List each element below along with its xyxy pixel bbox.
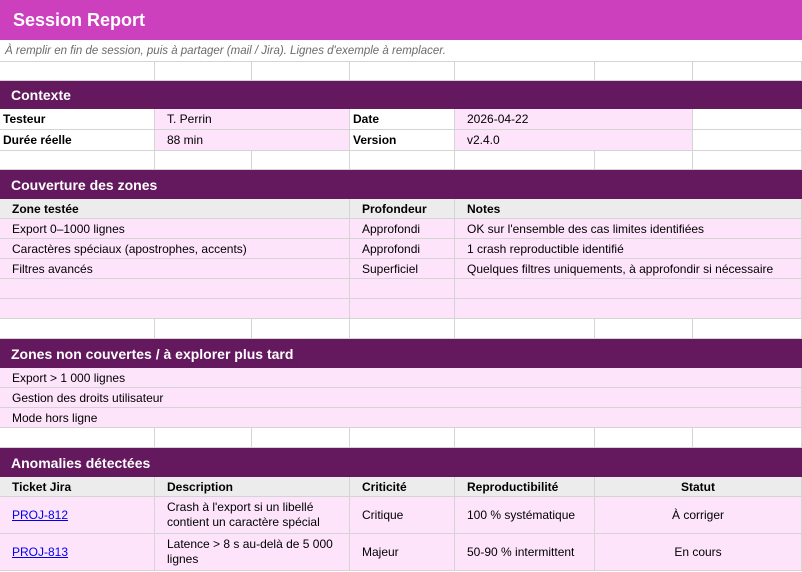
table-row: PROJ-812 Crash à l'export si un libellé …	[0, 497, 802, 534]
coverage-notes[interactable]: OK sur l'ensemble des cas limites identi…	[455, 219, 802, 239]
ticket-link[interactable]: PROJ-813	[12, 545, 68, 559]
coverage-empty-cell[interactable]	[350, 299, 455, 319]
coverage-header-row: Zone testée Profondeur Notes	[0, 199, 802, 219]
anomalies-header-description: Description	[155, 477, 350, 497]
version-value[interactable]: v2.4.0	[455, 130, 693, 151]
uncovered-item[interactable]: Mode hors ligne	[0, 408, 802, 428]
duration-label: Durée réelle	[0, 130, 155, 151]
anomaly-status[interactable]: En cours	[595, 534, 802, 571]
ticket-link[interactable]: PROJ-812	[12, 508, 68, 522]
coverage-notes[interactable]: Quelques filtres uniquements, à approfon…	[455, 259, 802, 279]
section-coverage: Couverture des zones	[0, 170, 802, 199]
coverage-notes[interactable]: 1 crash reproductible identifié	[455, 239, 802, 259]
list-item: Gestion des droits utilisateur	[0, 388, 802, 408]
table-row	[0, 279, 802, 299]
anomalies-header-ticket: Ticket Jira	[0, 477, 155, 497]
anomaly-reproducibility[interactable]: 50-90 % intermittent	[455, 534, 595, 571]
table-row	[0, 299, 802, 319]
coverage-depth[interactable]: Superficiel	[350, 259, 455, 279]
tester-label: Testeur	[0, 109, 155, 130]
list-item: Export > 1 000 lignes	[0, 368, 802, 388]
tester-value[interactable]: T. Perrin	[155, 109, 350, 130]
table-row: Export 0–1000 lignes Approfondi OK sur l…	[0, 219, 802, 239]
blank-row	[0, 151, 802, 170]
date-value[interactable]: 2026-04-22	[455, 109, 693, 130]
anomaly-description[interactable]: Latence > 8 s au-delà de 5 000 lignes	[155, 534, 350, 571]
blank-row	[0, 319, 802, 339]
coverage-depth[interactable]: Approfondi	[350, 239, 455, 259]
coverage-header-notes: Notes	[455, 199, 802, 219]
blank-row	[0, 62, 802, 81]
coverage-zone[interactable]: Caractères spéciaux (apostrophes, accent…	[0, 239, 350, 259]
coverage-zone[interactable]: Export 0–1000 lignes	[0, 219, 350, 239]
anomaly-criticity[interactable]: Majeur	[350, 534, 455, 571]
coverage-empty-cell[interactable]	[455, 279, 802, 299]
list-item: Mode hors ligne	[0, 408, 802, 428]
report-subtitle: À remplir en fin de session, puis à part…	[0, 40, 802, 62]
coverage-depth[interactable]: Approfondi	[350, 219, 455, 239]
report-title: Session Report	[0, 0, 802, 40]
version-label: Version	[350, 130, 455, 151]
coverage-empty-cell[interactable]	[455, 299, 802, 319]
table-row: PROJ-813 Latence > 8 s au-delà de 5 000 …	[0, 534, 802, 571]
uncovered-item[interactable]: Export > 1 000 lignes	[0, 368, 802, 388]
anomaly-description[interactable]: Crash à l'export si un libellé contient …	[155, 497, 350, 534]
coverage-empty-cell[interactable]	[0, 279, 350, 299]
table-row: Filtres avancés Superficiel Quelques fil…	[0, 259, 802, 279]
anomalies-header-reproducibility: Reproductibilité	[455, 477, 595, 497]
blank-row	[0, 428, 802, 448]
section-context: Contexte	[0, 81, 802, 109]
anomalies-header-status: Statut	[595, 477, 802, 497]
coverage-header-depth: Profondeur	[350, 199, 455, 219]
anomalies-header-criticity: Criticité	[350, 477, 455, 497]
section-anomalies: Anomalies détectées	[0, 448, 802, 477]
context-row-1: Testeur T. Perrin Date 2026-04-22	[0, 109, 802, 130]
anomaly-status[interactable]: À corriger	[595, 497, 802, 534]
section-uncovered: Zones non couvertes / à explorer plus ta…	[0, 339, 802, 368]
uncovered-item[interactable]: Gestion des droits utilisateur	[0, 388, 802, 408]
anomaly-criticity[interactable]: Critique	[350, 497, 455, 534]
duration-value[interactable]: 88 min	[155, 130, 350, 151]
table-row: Caractères spéciaux (apostrophes, accent…	[0, 239, 802, 259]
context-row-2: Durée réelle 88 min Version v2.4.0	[0, 130, 802, 151]
coverage-zone[interactable]: Filtres avancés	[0, 259, 350, 279]
coverage-empty-cell[interactable]	[350, 279, 455, 299]
anomaly-reproducibility[interactable]: 100 % systématique	[455, 497, 595, 534]
anomalies-header-row: Ticket Jira Description Criticité Reprod…	[0, 477, 802, 497]
date-label: Date	[350, 109, 455, 130]
coverage-header-zone: Zone testée	[0, 199, 350, 219]
coverage-empty-cell[interactable]	[0, 299, 350, 319]
